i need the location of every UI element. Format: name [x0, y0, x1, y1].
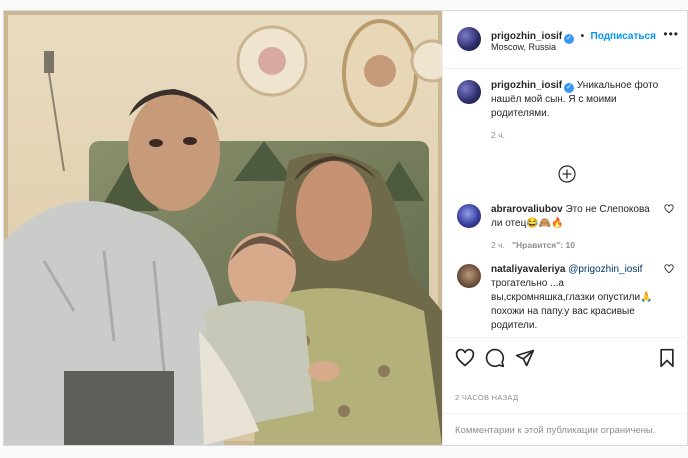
- caption-avatar[interactable]: [457, 80, 481, 104]
- comment-item: abrarovaliubov Это не Слепокова ли отец😂…: [491, 203, 661, 250]
- post-timestamp[interactable]: 2 ЧАСОВ НАЗАД: [455, 393, 518, 402]
- caption: prigozhin_iosif ✓ Уникальное фото нашёл м…: [491, 79, 671, 140]
- bookmark-icon[interactable]: [657, 348, 677, 368]
- more-options-icon[interactable]: •••: [663, 27, 679, 41]
- post-header: prigozhin_iosif ✓ • Подписаться Moscow, R…: [443, 11, 688, 69]
- comment-likes[interactable]: "Нравится": 10: [512, 240, 575, 250]
- instagram-post: prigozhin_iosif ✓ • Подписаться Moscow, R…: [3, 10, 688, 446]
- action-bar: [443, 337, 688, 377]
- avatar[interactable]: [457, 27, 481, 51]
- comment-body: nataliyavaleriya @prigozhin_iosif трогат…: [491, 263, 661, 333]
- comment-meta: 2 ч. "Нравится": 10: [491, 240, 661, 250]
- header-username[interactable]: prigozhin_iosif: [491, 31, 562, 42]
- comment-body: abrarovaliubov Это не Слепокова ли отец😂…: [491, 203, 661, 231]
- comment-avatar[interactable]: [457, 264, 481, 288]
- share-icon[interactable]: [515, 348, 535, 368]
- comment-time[interactable]: 2 ч.: [491, 240, 505, 250]
- comment-avatar[interactable]: [457, 204, 481, 228]
- comment-like-icon[interactable]: [664, 264, 674, 274]
- page: prigozhin_iosif ✓ • Подписаться Moscow, R…: [0, 0, 688, 458]
- comments-limited-footer: Комментарии к этой публикации ограничены…: [443, 413, 688, 445]
- post-photo[interactable]: [4, 11, 442, 445]
- caption-username[interactable]: prigozhin_iosif: [491, 80, 562, 91]
- post-sidebar: prigozhin_iosif ✓ • Подписаться Moscow, R…: [442, 11, 688, 445]
- follow-button[interactable]: Подписаться: [591, 31, 656, 42]
- caption-time[interactable]: 2 ч.: [491, 130, 671, 140]
- location-link[interactable]: Moscow, Russia: [491, 42, 556, 52]
- load-more-comments-icon[interactable]: [558, 165, 576, 183]
- separator: •: [580, 31, 585, 42]
- comment-item: nataliyavaleriya @prigozhin_iosif трогат…: [491, 263, 661, 333]
- verified-icon: ✓: [564, 83, 575, 93]
- caption-body: prigozhin_iosif ✓ Уникальное фото нашёл м…: [491, 79, 671, 121]
- comment-username[interactable]: abrarovaliubov: [491, 204, 563, 215]
- heart-icon[interactable]: [455, 348, 475, 368]
- comment-text: трогательно ...а вы,скромняшка,глазки оп…: [491, 278, 653, 331]
- family-photo-image: [4, 11, 442, 445]
- verified-icon: ✓: [564, 34, 575, 44]
- comments-limited-text: Комментарии к этой публикации ограничены…: [455, 425, 656, 436]
- comment-mention[interactable]: @prigozhin_iosif: [568, 264, 642, 275]
- comment-like-icon[interactable]: [664, 204, 674, 214]
- comment-username[interactable]: nataliyavaleriya: [491, 264, 566, 275]
- comment-icon[interactable]: [485, 348, 505, 368]
